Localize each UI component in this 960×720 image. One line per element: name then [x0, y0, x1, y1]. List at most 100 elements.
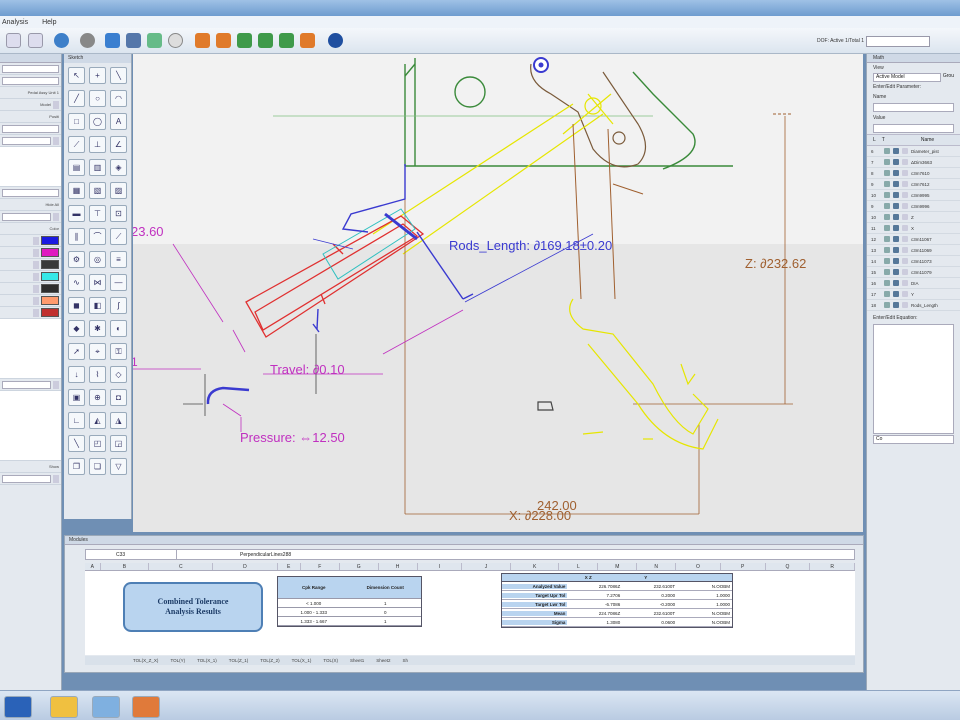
angle-icon[interactable]: ∠ [110, 136, 127, 153]
tangent-icon[interactable]: ⌒ [89, 228, 106, 245]
column-header[interactable]: R [810, 563, 855, 570]
left-field[interactable] [2, 188, 59, 197]
lock-icon[interactable] [884, 236, 890, 242]
parameter-row[interactable]: 14 c3m11073 [867, 256, 960, 267]
table-cell[interactable]: 224.7086Z [567, 611, 622, 616]
lock-icon[interactable] [884, 214, 890, 220]
group-icon[interactable]: ◧ [89, 297, 106, 314]
lock-icon[interactable] [884, 258, 890, 264]
left-field[interactable] [2, 380, 51, 389]
chevron-down-icon[interactable] [53, 474, 59, 483]
chevron-down-icon[interactable] [33, 236, 39, 245]
color-swatch[interactable] [41, 236, 59, 245]
arrow-tool-icon[interactable]: ➚ [68, 343, 85, 360]
move-icon[interactable] [105, 33, 120, 48]
joint-icon[interactable]: ✱ [89, 320, 106, 337]
chevron-down-icon[interactable] [33, 284, 39, 293]
eye-icon[interactable] [893, 203, 899, 209]
drawing-canvas[interactable]: 23.60 Rods_Length: ∂169.18±0.20 Z: ∂232.… [133, 54, 863, 532]
circle-icon[interactable]: ○ [89, 90, 106, 107]
sheet-tab[interactable]: TOL(X_1) [197, 656, 217, 665]
sheet-tab[interactable]: Sheet1 [350, 656, 364, 665]
zoom-icon[interactable] [147, 33, 162, 48]
curve-icon[interactable]: ∿ [68, 274, 85, 291]
trim-icon[interactable]: ▤ [68, 159, 85, 176]
lock-icon[interactable] [884, 291, 890, 297]
eye-icon[interactable] [893, 291, 899, 297]
parameter-row[interactable]: 16 DIA [867, 278, 960, 289]
table-cell[interactable]: 1.0000 [677, 602, 732, 607]
chevron-down-icon[interactable] [33, 248, 39, 257]
sheet-tab[interactable]: TOL(Y) [170, 656, 185, 665]
pattern-icon[interactable]: ▧ [89, 182, 106, 199]
trace-icon[interactable]: ╲ [68, 435, 85, 452]
mirror-icon[interactable]: ▦ [68, 182, 85, 199]
color-swatch[interactable] [41, 308, 59, 317]
lock-icon[interactable] [884, 203, 890, 209]
eye-icon[interactable] [893, 159, 899, 165]
dimension-icon[interactable]: ▬ [68, 205, 85, 222]
sheet-tab[interactable]: TOL(Z_2) [260, 656, 279, 665]
x-dimension-label[interactable]: X: ∂228.00 [509, 508, 571, 523]
eye-icon[interactable] [893, 269, 899, 275]
sphere-icon[interactable] [80, 33, 95, 48]
sheet-tab[interactable]: TOL(X_Z_X) [133, 656, 158, 665]
left-field[interactable] [2, 64, 59, 73]
parameter-row[interactable]: 10 c3m9995 [867, 190, 960, 201]
view-front-icon[interactable] [216, 33, 231, 48]
parameter-row[interactable]: 11 X [867, 223, 960, 234]
eye-icon[interactable] [893, 247, 899, 253]
eye-icon[interactable] [893, 258, 899, 264]
cad-app-icon[interactable] [132, 696, 160, 718]
column-header[interactable]: D [213, 563, 278, 570]
table-cell[interactable]: N.OOBM [677, 584, 732, 589]
view-back-icon[interactable] [279, 33, 294, 48]
table-cell[interactable]: Target Upr Tol [502, 592, 568, 598]
parameter-row[interactable]: 7 ΔDim3663 [867, 157, 960, 168]
table-cell[interactable]: 1.000 - 1.333 [278, 610, 350, 615]
hide-all-button[interactable]: Hide All [45, 202, 59, 207]
parameter-row[interactable]: 18 Rods_Length [867, 300, 960, 311]
path-icon[interactable]: ◲ [110, 435, 127, 452]
table-cell[interactable]: Mean [502, 610, 568, 616]
view-top-icon[interactable] [237, 33, 252, 48]
paste-icon[interactable]: ❏ [89, 458, 106, 475]
chevron-down-icon[interactable] [53, 212, 59, 221]
funnel-icon[interactable]: ▽ [110, 458, 127, 475]
chevron-down-icon[interactable] [33, 308, 39, 317]
eye-icon[interactable] [893, 302, 899, 308]
rotate-icon[interactable] [168, 33, 183, 48]
text-icon[interactable]: A [110, 113, 127, 130]
table-cell[interactable]: -6.7086 [567, 602, 622, 607]
column-header[interactable]: B [101, 563, 150, 570]
column-header[interactable]: E [278, 563, 301, 570]
equation-input[interactable] [873, 324, 954, 434]
mate-icon[interactable]: ◮ [110, 412, 127, 429]
sheet-tab[interactable]: TOL(Z_1) [229, 656, 248, 665]
spring-icon[interactable]: ⌇ [89, 366, 106, 383]
rectangle-icon[interactable]: □ [68, 113, 85, 130]
menu-item-analysis[interactable]: Analysis [2, 19, 28, 26]
show-button[interactable]: Show [49, 464, 59, 469]
copy-icon[interactable]: ❐ [68, 458, 85, 475]
parameter-row[interactable]: 9 c3m9996 [867, 201, 960, 212]
name-input[interactable] [873, 103, 954, 112]
table-cell[interactable]: 232.6100T [622, 611, 677, 616]
symmetric-icon[interactable]: ⋈ [89, 274, 106, 291]
image-icon[interactable]: ▣ [68, 389, 85, 406]
chevron-down-icon[interactable] [33, 296, 39, 305]
fix-icon[interactable]: ⊡ [110, 205, 127, 222]
lock-icon[interactable] [884, 170, 890, 176]
table-cell[interactable]: 1.0000 [677, 593, 732, 598]
parameter-row[interactable]: 17 Y [867, 289, 960, 300]
eye-icon[interactable] [893, 192, 899, 198]
column-header[interactable]: K [511, 563, 560, 570]
sheet-tab[interactable]: TOL(X_1) [292, 656, 312, 665]
column-header[interactable]: F [301, 563, 340, 570]
lock-icon[interactable] [884, 148, 890, 154]
value-input[interactable] [873, 124, 954, 133]
app-icon[interactable] [92, 696, 120, 718]
column-header[interactable]: C [149, 563, 214, 570]
table-cell[interactable]: -0.2000 [622, 602, 677, 607]
eye-icon[interactable] [893, 214, 899, 220]
